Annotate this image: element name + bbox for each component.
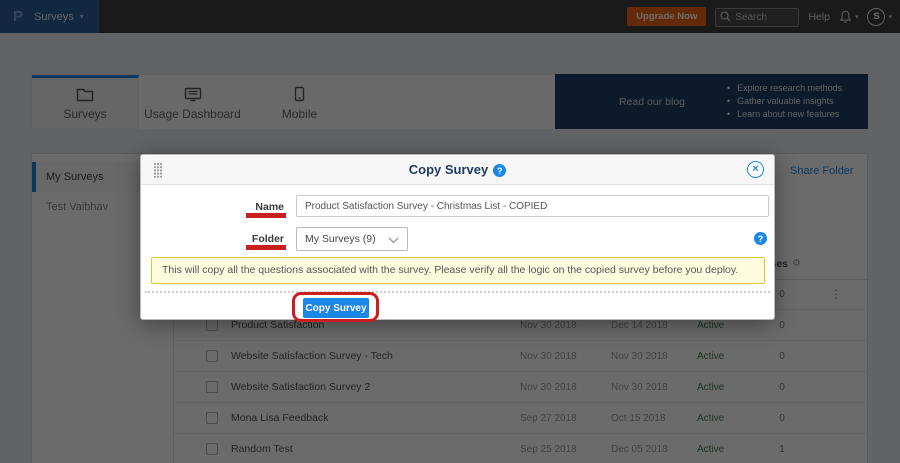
chevron-down-icon [388,237,399,244]
modal-title-text: Copy Survey [409,162,488,177]
annotation-underline-folder [246,245,286,250]
copy-survey-modal: Copy Survey? × Name Folder My Surveys (9… [140,154,775,320]
folder-select[interactable]: My Surveys (9) [296,227,408,251]
modal-header: Copy Survey? × [141,155,774,185]
folder-help-icon[interactable]: ? [754,232,767,245]
footer-divider [145,291,770,293]
modal-close-button[interactable]: × [747,161,764,178]
name-field-label: Name [201,201,284,213]
copy-survey-button[interactable]: Copy Survey [303,298,369,318]
survey-name-input[interactable] [296,195,769,217]
folder-select-value: My Surveys (9) [305,233,376,245]
title-help-icon[interactable]: ? [493,164,506,177]
modal-title: Copy Survey? [141,155,774,185]
folder-field-label: Folder [201,233,284,245]
copy-warning-message: This will copy all the questions associa… [151,257,765,284]
annotation-underline-name [246,213,286,218]
